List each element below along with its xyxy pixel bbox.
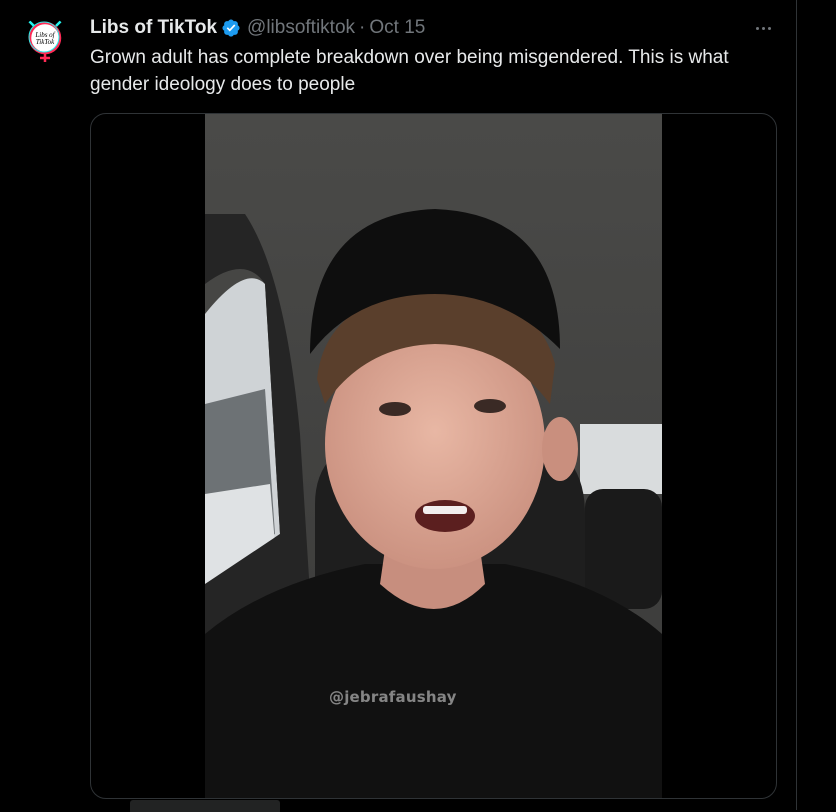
user-handle[interactable]: @libsoftiktok <box>247 16 355 40</box>
verified-badge-icon[interactable] <box>221 18 241 38</box>
display-name[interactable]: Libs of TikTok <box>90 16 217 40</box>
more-horizontal-icon[interactable] <box>748 16 778 40</box>
avatar[interactable]: Libs of TikTok <box>20 16 70 66</box>
next-tweet-peek <box>90 800 390 812</box>
timestamp[interactable]: Oct 15 <box>369 16 425 40</box>
svg-text:TikTok: TikTok <box>36 38 55 46</box>
tweet-text: Grown adult has complete breakdown over … <box>90 47 729 95</box>
video-player[interactable]: @jebrafaushay <box>90 113 777 799</box>
separator-dot: · <box>359 17 366 38</box>
video-watermark: @jebrafaushay <box>329 688 457 706</box>
libs-of-tiktok-logo-icon: Libs of TikTok <box>20 16 70 66</box>
tweet-header: Libs of TikTok @libsoftiktok · Oct 15 <box>90 16 776 40</box>
timeline-divider <box>796 0 797 810</box>
